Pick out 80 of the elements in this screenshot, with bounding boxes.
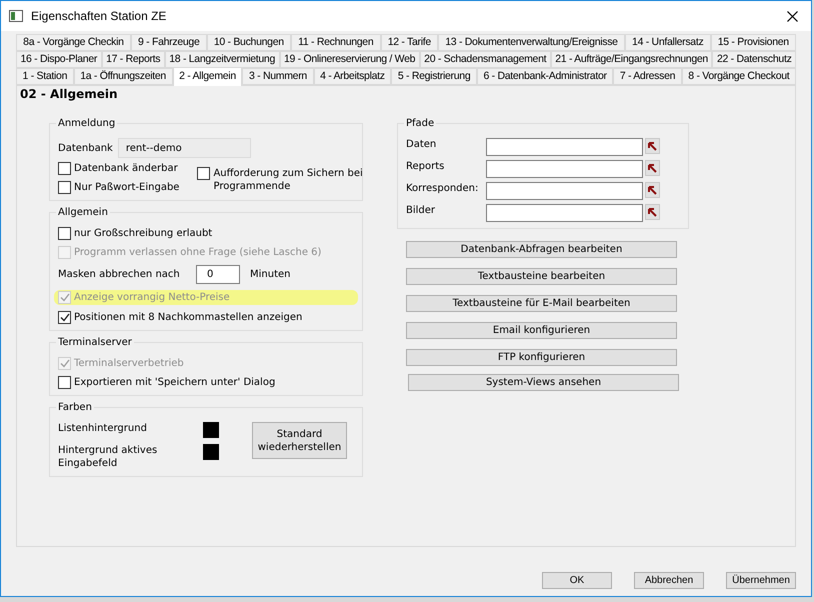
- action-button[interactable]: Datenbank-Abfragen bearbeiten: [406, 241, 677, 258]
- browse-button[interactable]: [645, 160, 660, 176]
- tab[interactable]: 8a - Vorgänge Checkin: [16, 34, 131, 51]
- tab[interactable]: 11 - Rechnungen: [290, 34, 381, 51]
- tab[interactable]: 8 - Vorgänge Checkout: [682, 68, 796, 85]
- tab[interactable]: 14 - Unfallersatz: [624, 34, 711, 51]
- tab[interactable]: 20 - Schadensmanagement: [420, 51, 551, 68]
- checkbox[interactable]: [58, 311, 71, 324]
- tab[interactable]: 19 - Onlinereservierung / Web: [280, 51, 420, 68]
- checkbox-label: Positionen mit 8 Nachkommastellen anzeigen: [74, 311, 302, 324]
- checkbox-label: Terminalserverbetrieb: [74, 357, 184, 370]
- checkbox[interactable]: [58, 162, 71, 175]
- action-button[interactable]: Textbausteine bearbeiten: [406, 268, 677, 285]
- tab[interactable]: 10 - Buchungen: [206, 34, 291, 51]
- tab[interactable]: 1a - Öffnungszeiten: [74, 68, 173, 85]
- action-button[interactable]: System-Views ansehen: [408, 374, 679, 391]
- dialog-button[interactable]: OK: [542, 572, 612, 589]
- tab[interactable]: 12 - Tarife: [380, 34, 438, 51]
- tab[interactable]: 2 - Allgemein: [172, 67, 242, 86]
- tab[interactable]: 18 - Langzeitvermietung: [164, 51, 280, 68]
- browse-button[interactable]: [645, 204, 660, 220]
- checkbox-label: Exportieren mit 'Speichern unter' Dialog: [74, 376, 276, 389]
- field-label: Reports: [406, 160, 446, 173]
- field-label: Masken abbrechen nach: [58, 268, 181, 282]
- tab[interactable]: 3 - Nummern: [242, 68, 314, 85]
- tab[interactable]: 7 - Adressen: [613, 68, 682, 85]
- path-field[interactable]: [486, 204, 644, 222]
- browse-button[interactable]: [645, 138, 660, 154]
- field-label: Bilder: [406, 204, 436, 217]
- database-field[interactable]: rent--demo: [118, 138, 251, 158]
- reset-colors-button[interactable]: Standard wiederherstellen: [252, 422, 347, 459]
- arrow-icon: [648, 142, 658, 150]
- close-icon[interactable]: [787, 10, 798, 22]
- action-button[interactable]: Textbausteine für E-Mail bearbeiten: [406, 295, 677, 312]
- checkbox-label: nur Großschreibung erlaubt: [74, 227, 212, 240]
- field-label: Datenbank: [58, 142, 113, 156]
- path-field[interactable]: [486, 138, 644, 156]
- action-button[interactable]: FTP konfigurieren: [406, 349, 677, 366]
- tab[interactable]: 17 - Reports: [102, 51, 165, 68]
- tab[interactable]: 22 - Datenschutz: [712, 51, 796, 68]
- color-label: Listenhintergrund: [58, 422, 148, 435]
- minutes-field[interactable]: 0: [196, 265, 240, 284]
- tab[interactable]: 1 - Station: [16, 68, 74, 85]
- group-title: Allgemein: [56, 206, 110, 219]
- path-field[interactable]: [486, 182, 644, 200]
- arrow-icon: [648, 164, 658, 172]
- tab[interactable]: 9 - Fahrzeuge: [130, 34, 207, 51]
- checkbox[interactable]: [197, 167, 210, 180]
- action-button[interactable]: Email konfigurieren: [406, 322, 677, 339]
- window-title: Eigenschaften Station ZE: [31, 8, 168, 25]
- browse-button[interactable]: [645, 182, 660, 198]
- tab[interactable]: 16 - Dispo-Planer: [16, 51, 102, 68]
- tab[interactable]: 21 - Aufträge/Eingangsrechnungen: [550, 51, 712, 68]
- color-swatch[interactable]: [203, 422, 219, 438]
- checkbox[interactable]: [58, 376, 71, 389]
- checkbox[interactable]: [58, 227, 71, 240]
- arrow-icon: [648, 208, 658, 216]
- tab[interactable]: 13 - Dokumentenverwaltung/Ereignisse: [438, 34, 625, 51]
- dialog-button[interactable]: Abbrechen: [634, 572, 704, 589]
- color-label: Hintergrund aktives Eingabefeld: [58, 444, 158, 470]
- tab[interactable]: 15 - Provisionen: [710, 34, 796, 51]
- window-icon: [9, 10, 23, 22]
- page-heading: 02 - Allgemein: [19, 86, 119, 101]
- field-label: Korresponden:: [406, 182, 480, 195]
- field-label: Daten: [406, 138, 438, 151]
- tab[interactable]: 5 - Registrierung: [391, 68, 477, 85]
- unit-label: Minuten: [250, 268, 290, 282]
- checkbox[interactable]: [58, 181, 71, 194]
- tab[interactable]: 6 - Datenbank-Administrator: [476, 68, 614, 85]
- checkbox-label: Anzeige vorrangig Netto-Preise: [74, 291, 230, 304]
- dialog-button[interactable]: Übernehmen: [726, 572, 796, 589]
- group-title: Anmeldung: [56, 117, 118, 130]
- checkbox-label: Aufforderung zum Sichern bei Programmende: [213, 167, 364, 193]
- path-field[interactable]: [486, 160, 644, 178]
- tab[interactable]: 4 - Arbeitsplatz: [314, 68, 392, 85]
- checkbox-label: Programm verlassen ohne Frage (siehe Lasche 6): [74, 246, 322, 259]
- color-swatch[interactable]: [203, 444, 219, 460]
- checkbox-label: Datenbank änderbar: [74, 162, 178, 175]
- checkbox-label: Nur Paßwort-Eingabe: [74, 181, 180, 194]
- arrow-icon: [648, 186, 658, 194]
